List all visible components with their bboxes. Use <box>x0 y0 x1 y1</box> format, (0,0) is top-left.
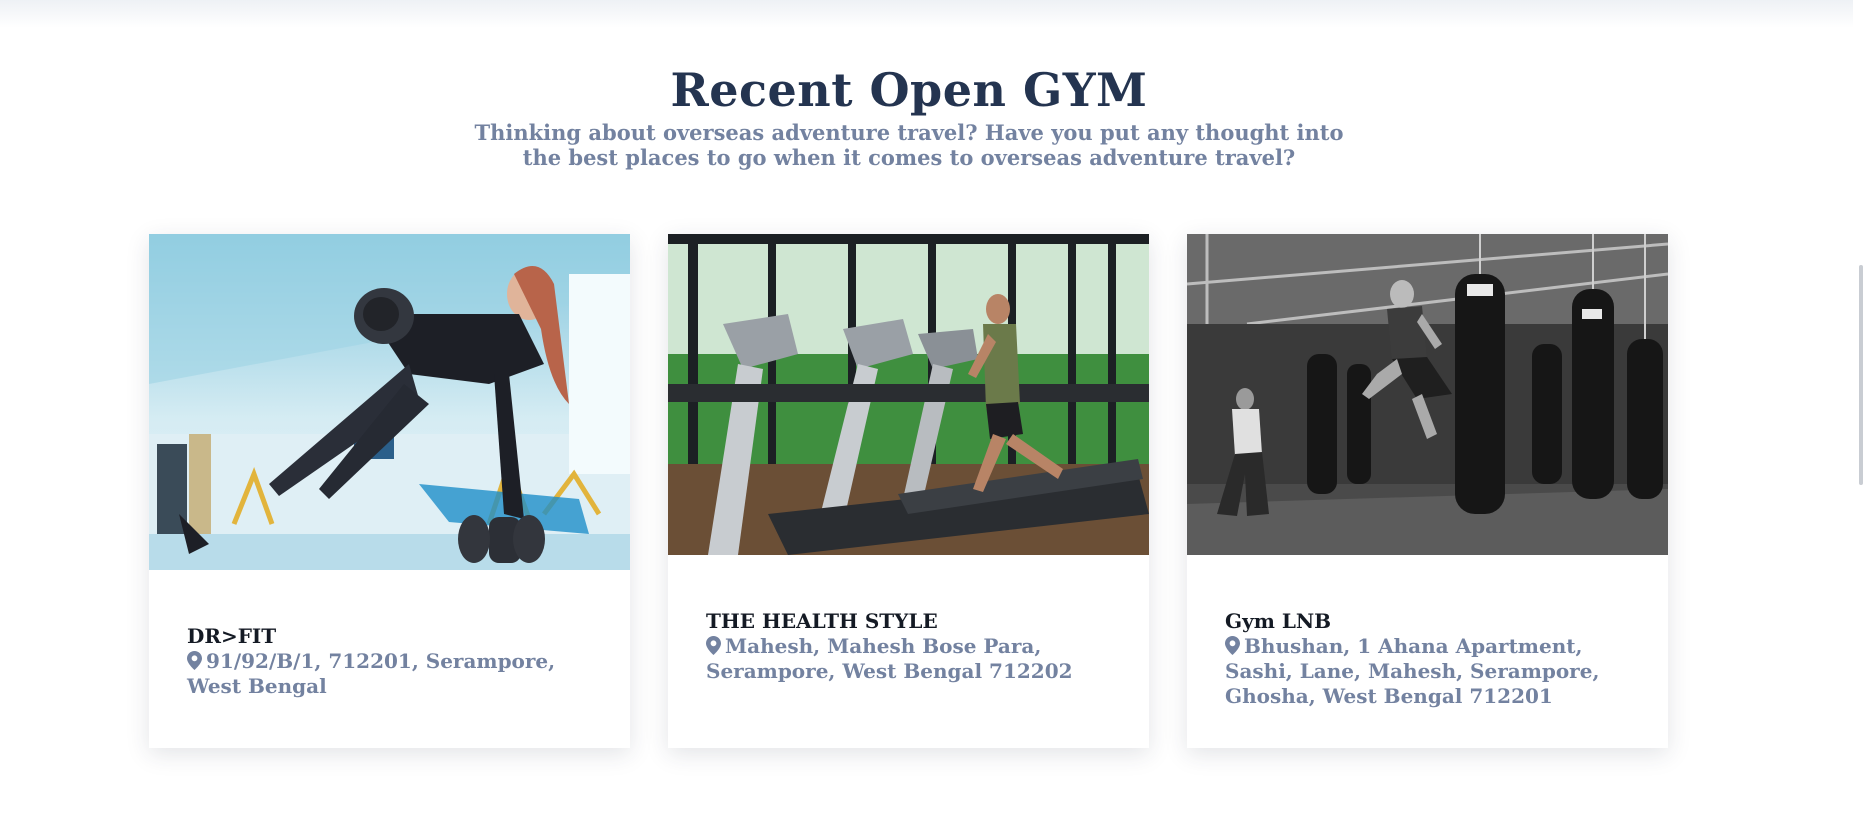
card-body: THE HEALTH STYLE Mahesh, Mahesh Bose Par… <box>706 609 1116 684</box>
address-text: 91/92/B/1, 712201, Serampore, West Benga… <box>187 649 556 698</box>
map-pin-icon <box>706 636 721 655</box>
woman-dumbbell-workout-photo <box>149 234 630 570</box>
gym-name[interactable]: Gym LNB <box>1225 609 1635 634</box>
card-body: Gym LNB Bhushan, 1 Ahana Apartment, Sash… <box>1225 609 1635 709</box>
section-subtitle: Thinking about overseas adventure travel… <box>474 120 1344 170</box>
gym-name[interactable]: THE HEALTH STYLE <box>706 609 1116 634</box>
gym-card[interactable]: THE HEALTH STYLE Mahesh, Mahesh Bose Par… <box>668 234 1149 748</box>
gym-name[interactable]: DR>FIT <box>187 624 597 649</box>
treadmill-runner-photo <box>668 234 1149 555</box>
card-body: DR>FIT 91/92/B/1, 712201, Serampore, Wes… <box>187 624 597 699</box>
address-text: Bhushan, 1 Ahana Apartment, Sashi, Lane,… <box>1225 634 1600 708</box>
header-shadow <box>0 0 1863 28</box>
gym-address: Bhushan, 1 Ahana Apartment, Sashi, Lane,… <box>1225 634 1635 709</box>
map-pin-icon <box>1225 636 1240 655</box>
scrollbar-thumb[interactable] <box>1859 265 1863 485</box>
gym-card[interactable]: Gym LNB Bhushan, 1 Ahana Apartment, Sash… <box>1187 234 1668 748</box>
address-text: Mahesh, Mahesh Bose Para, Serampore, Wes… <box>706 634 1073 683</box>
gym-address: 91/92/B/1, 712201, Serampore, West Benga… <box>187 649 597 699</box>
boxing-punching-bag-photo <box>1187 234 1668 555</box>
section-title: Recent Open GYM <box>670 63 1148 117</box>
map-pin-icon <box>187 651 202 670</box>
gym-address: Mahesh, Mahesh Bose Para, Serampore, Wes… <box>706 634 1116 684</box>
gym-card[interactable]: DR>FIT 91/92/B/1, 712201, Serampore, Wes… <box>149 234 630 748</box>
